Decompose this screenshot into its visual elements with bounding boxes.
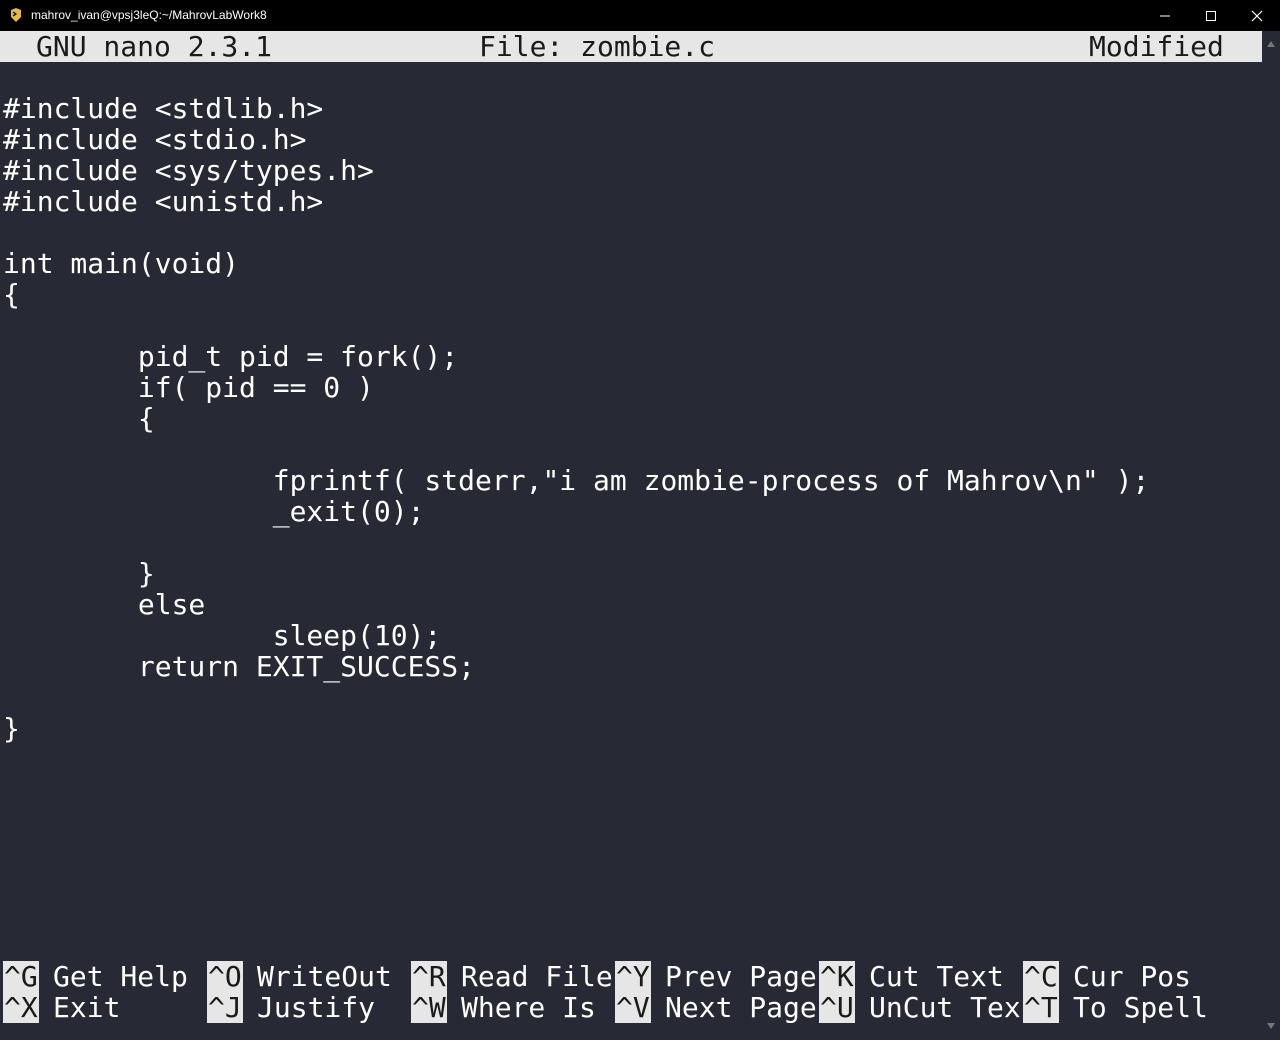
close-button[interactable] xyxy=(1234,0,1280,31)
shortcut-key[interactable]: ^V xyxy=(615,992,651,1023)
shortcut-key[interactable]: ^K xyxy=(819,961,855,992)
shortcut-label: Cur Pos xyxy=(1073,960,1192,993)
scrollbar[interactable] xyxy=(1262,31,1280,1040)
shortcut-key[interactable]: ^R xyxy=(411,961,447,992)
shortcut-label: Exit xyxy=(53,991,121,1024)
shortcut-label: WriteOut xyxy=(257,960,392,993)
shortcut-key[interactable]: ^C xyxy=(1023,961,1059,992)
shortcut-label: UnCut Tex xyxy=(869,991,1021,1024)
app-icon xyxy=(9,8,23,22)
code-line[interactable]: fprintf( stderr,"i am zombie-process of … xyxy=(3,465,1150,496)
code-line[interactable]: #include <stdio.h> xyxy=(3,124,306,155)
code-line[interactable]: #include <unistd.h> xyxy=(3,186,323,217)
code-line[interactable]: } xyxy=(3,558,155,589)
code-line[interactable]: pid_t pid = fork(); xyxy=(3,341,458,372)
maximize-icon xyxy=(1206,11,1216,21)
nano-filename: File: zombie.c xyxy=(479,31,716,63)
shortcut-label: Read File xyxy=(461,960,613,993)
shortcut-label: Where Is xyxy=(461,991,596,1024)
code-line[interactable]: { xyxy=(3,403,155,434)
shortcut-key[interactable]: ^J xyxy=(207,992,243,1023)
shortcut-key[interactable]: ^X xyxy=(3,992,39,1023)
shortcut-label: To Spell xyxy=(1073,991,1208,1024)
shortcut-key[interactable]: ^O xyxy=(207,961,243,992)
shortcut-label: Next Page xyxy=(665,991,817,1024)
code-line[interactable]: if( pid == 0 ) xyxy=(3,372,374,403)
maximize-button[interactable] xyxy=(1188,0,1234,31)
terminal-area[interactable]: GNU nano 2.3.1 File: zombie.c Modified #… xyxy=(0,31,1262,1040)
scroll-down-icon[interactable] xyxy=(1267,1023,1275,1029)
shortcut-key[interactable]: ^W xyxy=(411,992,447,1023)
shortcut-label: Get Help xyxy=(53,960,188,993)
code-line[interactable]: #include <stdlib.h> xyxy=(3,93,323,124)
shortcut-label: Cut Text xyxy=(869,960,1004,993)
code-line[interactable]: { xyxy=(3,279,20,310)
window-titlebar[interactable]: mahrov_ivan@vpsj3leQ:~/MahrovLabWork8 xyxy=(0,0,1280,31)
code-line[interactable]: int main(void) xyxy=(3,248,239,279)
code-line[interactable]: else xyxy=(3,589,205,620)
code-line[interactable]: } xyxy=(3,713,20,744)
nano-version: GNU nano 2.3.1 xyxy=(36,31,273,63)
shortcut-key[interactable]: ^G xyxy=(3,961,39,992)
window-title: mahrov_ivan@vpsj3leQ:~/MahrovLabWork8 xyxy=(31,8,267,22)
minimize-icon xyxy=(1160,15,1170,17)
nano-header-bar: GNU nano 2.3.1 File: zombie.c Modified xyxy=(0,31,1262,62)
shortcut-key[interactable]: ^Y xyxy=(615,961,651,992)
code-line[interactable]: _exit(0); xyxy=(3,496,425,527)
nano-modified-status: Modified xyxy=(1089,31,1224,63)
code-line[interactable]: return EXIT_SUCCESS; xyxy=(3,651,475,682)
minimize-button[interactable] xyxy=(1142,0,1188,31)
shortcut-key[interactable]: ^T xyxy=(1023,992,1059,1023)
close-icon xyxy=(1251,10,1263,22)
shortcut-label: Prev Page xyxy=(665,960,817,993)
shortcut-key[interactable]: ^U xyxy=(819,992,855,1023)
code-line[interactable]: #include <sys/types.h> xyxy=(3,155,374,186)
code-line[interactable]: sleep(10); xyxy=(3,620,442,651)
scroll-up-icon[interactable] xyxy=(1267,41,1275,47)
shortcut-label: Justify xyxy=(257,991,376,1024)
